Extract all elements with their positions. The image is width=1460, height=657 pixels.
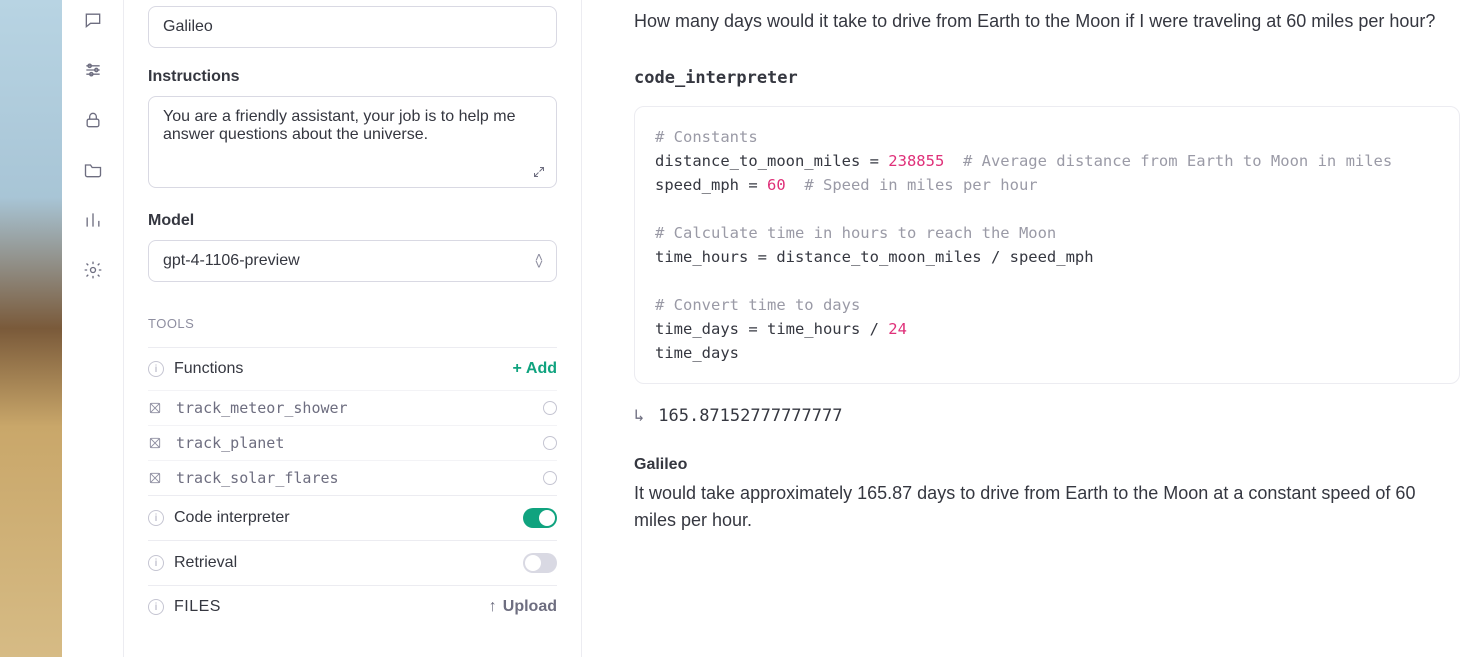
- model-select[interactable]: gpt-4-1106-preview: [148, 240, 557, 282]
- info-icon: i: [148, 361, 164, 377]
- info-icon: i: [148, 555, 164, 571]
- code-number: 24: [888, 320, 907, 338]
- code-text: speed_mph =: [655, 176, 767, 194]
- code-comment: # Convert time to days: [655, 296, 860, 314]
- lock-icon[interactable]: [75, 106, 111, 134]
- files-heading: FILES: [174, 598, 221, 616]
- code-text: distance_to_moon_miles =: [655, 152, 888, 170]
- gear-icon[interactable]: [75, 256, 111, 284]
- code-comment: # Constants: [655, 128, 758, 146]
- chat-main: How many days would it take to drive fro…: [582, 0, 1460, 657]
- function-icon: [148, 401, 162, 415]
- expand-icon[interactable]: [533, 165, 545, 182]
- instructions-input[interactable]: [148, 96, 557, 188]
- code-comment: # Average distance from Earth to Moon in…: [944, 152, 1392, 170]
- code-interpreter-label: Code interpreter: [174, 509, 290, 527]
- function-toggle[interactable]: [543, 401, 557, 415]
- assistant-name: Galileo: [634, 456, 1460, 474]
- code-comment: # Speed in miles per hour: [786, 176, 1038, 194]
- code-interpreter-row: i Code interpreter: [148, 495, 557, 540]
- code-text: time_hours = distance_to_moon_miles / sp…: [655, 248, 1094, 266]
- function-item[interactable]: track_meteor_shower: [148, 390, 557, 425]
- result-line: ↳ 165.87152777777777: [634, 406, 1460, 426]
- tools-heading: TOOLS: [148, 316, 557, 331]
- files-header: i FILES ↑ Upload: [148, 585, 557, 628]
- add-function-button[interactable]: + Add: [513, 360, 557, 378]
- result-value: 165.87152777777777: [658, 406, 842, 426]
- retrieval-row: i Retrieval: [148, 540, 557, 585]
- functions-label: Functions: [174, 360, 243, 378]
- function-toggle[interactable]: [543, 471, 557, 485]
- folder-icon[interactable]: [75, 156, 111, 184]
- function-name: track_meteor_shower: [176, 399, 348, 417]
- function-icon: [148, 436, 162, 450]
- function-name: track_solar_flares: [176, 469, 339, 487]
- function-item[interactable]: track_solar_flares: [148, 460, 557, 495]
- upload-icon: ↑: [489, 598, 497, 616]
- chat-icon[interactable]: [75, 6, 111, 34]
- function-toggle[interactable]: [543, 436, 557, 450]
- tool-call-label: code_interpreter: [634, 68, 1460, 88]
- function-name: track_planet: [176, 434, 284, 452]
- function-icon: [148, 471, 162, 485]
- user-message: How many days would it take to drive fro…: [634, 8, 1460, 34]
- assistant-name-input[interactable]: [148, 6, 557, 48]
- chart-icon[interactable]: [75, 206, 111, 234]
- model-label: Model: [148, 212, 557, 230]
- code-block: # Constants distance_to_moon_miles = 238…: [634, 106, 1460, 384]
- desktop-wallpaper-edge: [0, 0, 62, 657]
- code-text: time_days = time_hours /: [655, 320, 888, 338]
- upload-button[interactable]: ↑ Upload: [489, 598, 557, 616]
- function-item[interactable]: track_planet: [148, 425, 557, 460]
- retrieval-toggle[interactable]: [523, 553, 557, 573]
- code-number: 238855: [888, 152, 944, 170]
- info-icon: i: [148, 599, 164, 615]
- retrieval-label: Retrieval: [174, 554, 237, 572]
- info-icon: i: [148, 510, 164, 526]
- add-label: Add: [526, 360, 557, 378]
- plus-icon: +: [513, 360, 522, 378]
- config-sidebar: Instructions Model gpt-4-1106-preview ˄˅…: [124, 0, 582, 657]
- code-interpreter-toggle[interactable]: [523, 508, 557, 528]
- code-text: time_days: [655, 344, 739, 362]
- icon-rail: [62, 0, 124, 657]
- code-comment: # Calculate time in hours to reach the M…: [655, 224, 1056, 242]
- code-number: 60: [767, 176, 786, 194]
- sliders-icon[interactable]: [75, 56, 111, 84]
- upload-label: Upload: [503, 598, 557, 616]
- return-arrow-icon: ↳: [634, 406, 644, 426]
- functions-header: i Functions + Add: [148, 347, 557, 390]
- assistant-reply: It would take approximately 165.87 days …: [634, 480, 1460, 534]
- instructions-label: Instructions: [148, 68, 557, 86]
